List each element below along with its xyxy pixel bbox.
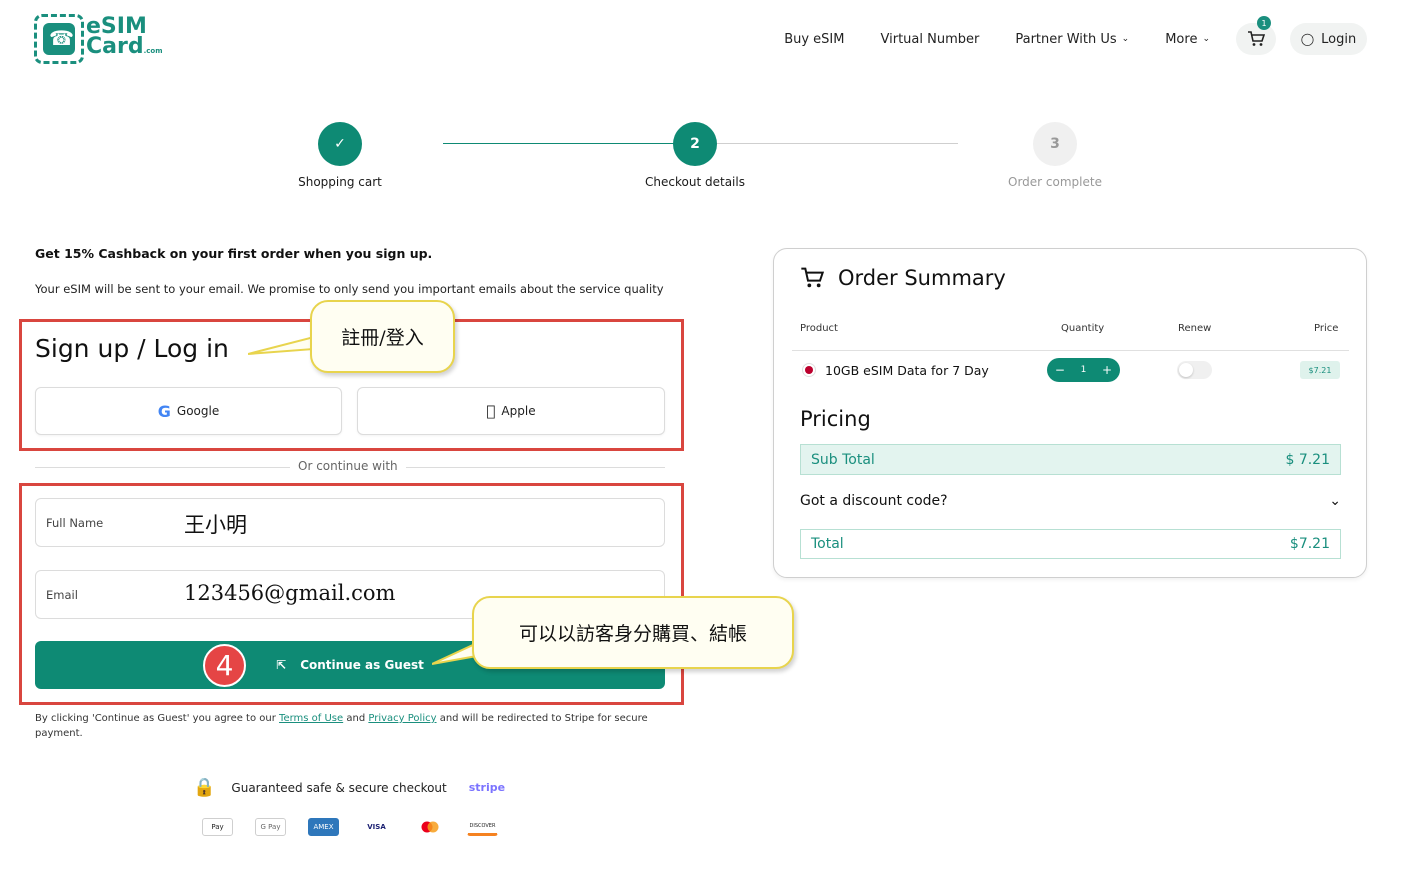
col-quantity: Quantity <box>1061 323 1105 334</box>
chevron-down-icon: ⌄ <box>1121 34 1130 44</box>
full-name-label: Full Name <box>46 516 104 530</box>
chevron-down-icon: ⌄ <box>1329 493 1341 509</box>
lock-icon: 🔒 <box>193 777 216 798</box>
col-price: Price <box>1314 323 1339 334</box>
pricing-title: Pricing <box>800 407 871 431</box>
privacy-policy-link[interactable]: Privacy Policy <box>368 713 436 724</box>
email-value: 123456@gmail.com <box>184 581 396 605</box>
nav-buy-esim[interactable]: Buy eSIM <box>784 32 844 47</box>
google-login-button[interactable]: G Google <box>35 387 342 435</box>
nav-more[interactable]: More ⌄ <box>1165 32 1210 47</box>
order-summary-panel: Order Summary Product Quantity Renew Pri… <box>773 248 1367 578</box>
signup-callout: 註冊/登入 <box>310 300 455 373</box>
guest-button-label: Continue as Guest <box>300 658 424 672</box>
step-checkout-details: 2 Checkout details <box>615 122 775 189</box>
step-label: Shopping cart <box>298 175 382 189</box>
divider-text: Or continue with <box>290 459 406 473</box>
col-product: Product <box>800 323 838 334</box>
step-label: Order complete <box>1008 175 1102 189</box>
signup-title: Sign up / Log in <box>35 334 229 363</box>
sub-total-row: Sub Total $ 7.21 <box>800 444 1341 475</box>
visa-icon: VISA <box>361 818 392 836</box>
col-renew: Renew <box>1178 323 1212 334</box>
login-label: Login <box>1321 31 1357 47</box>
cart-icon <box>801 267 824 288</box>
email-label: Email <box>46 588 78 602</box>
google-label: Google <box>176 404 220 418</box>
arrow-up-left-icon: ⇱ <box>276 658 287 672</box>
check-icon: ✓ <box>318 122 362 166</box>
discount-code-toggle[interactable]: Got a discount code? ⌄ <box>800 493 1341 509</box>
mastercard-icon <box>414 818 445 836</box>
amex-icon: AMEX <box>308 818 339 836</box>
logo-wordmark: eSIM Card.com <box>86 14 163 59</box>
callout-pointer <box>248 335 315 355</box>
google-pay-icon: G Pay <box>255 818 286 836</box>
discover-icon: DISCOVER <box>467 818 498 836</box>
secure-checkout: 🔒 Guaranteed safe & secure checkout stri… <box>193 777 505 798</box>
terms-of-use-link[interactable]: Terms of Use <box>279 713 343 724</box>
cart-icon <box>1248 31 1265 46</box>
chevron-down-icon: ⌄ <box>1202 34 1210 44</box>
legal-text: By clicking 'Continue as Guest' you agre… <box>35 713 648 739</box>
step-number: 2 <box>673 122 717 166</box>
payment-methods: Pay G Pay AMEX VISA DISCOVER <box>202 818 520 836</box>
japan-flag-icon <box>802 363 816 377</box>
cart-button[interactable]: 1 <box>1236 16 1276 55</box>
step-number: 3 <box>1033 122 1077 166</box>
email-notice: Your eSIM will be sent to your email. We… <box>35 282 664 296</box>
apple-pay-icon: Pay <box>202 818 233 836</box>
divider <box>792 350 1349 351</box>
total-row: Total $7.21 <box>800 529 1341 559</box>
product-name: 10GB eSIM Data for 7 Day <box>825 363 989 378</box>
step-shopping-cart: ✓ Shopping cart <box>260 122 420 189</box>
full-name-value: 王小明 <box>184 513 247 537</box>
main-nav: Buy eSIM Virtual Number Partner With Us ⌄… <box>748 16 1367 55</box>
nav-partner-with-us[interactable]: Partner With Us ⌄ <box>1015 32 1129 47</box>
apple-icon:  <box>486 402 495 420</box>
step-label: Checkout details <box>645 175 745 189</box>
renew-toggle[interactable] <box>1177 361 1212 379</box>
plus-icon[interactable]: + <box>1102 363 1112 377</box>
quantity-stepper[interactable]: − 1 + <box>1047 358 1120 382</box>
minus-icon[interactable]: − <box>1055 363 1065 377</box>
stripe-logo: stripe <box>468 781 506 794</box>
full-name-field[interactable]: Full Name 王小明 <box>35 498 665 547</box>
sim-chip-icon <box>34 14 84 64</box>
esimcard-logo[interactable]: eSIM Card.com <box>34 13 164 65</box>
apple-login-button[interactable]:  Apple <box>357 387 665 435</box>
price-badge: $7.21 <box>1300 361 1340 379</box>
google-icon: G <box>157 401 171 421</box>
step-number-badge: 4 <box>203 644 246 687</box>
apple-label: Apple <box>496 404 535 418</box>
guest-callout: 可以以訪客身分購買、結帳 <box>472 596 794 669</box>
nav-virtual-number[interactable]: Virtual Number <box>881 32 980 47</box>
login-button[interactable]: ◯ Login <box>1290 23 1367 55</box>
order-summary-title: Order Summary <box>800 266 1006 290</box>
quantity-value: 1 <box>1080 365 1087 375</box>
cashback-promo: Get 15% Cashback on your first order whe… <box>35 246 433 261</box>
cart-count-badge: 1 <box>1257 16 1271 30</box>
user-icon: ◯ <box>1300 32 1315 46</box>
step-order-complete: 3 Order complete <box>975 122 1135 189</box>
secure-text: Guaranteed safe & secure checkout <box>231 780 447 795</box>
